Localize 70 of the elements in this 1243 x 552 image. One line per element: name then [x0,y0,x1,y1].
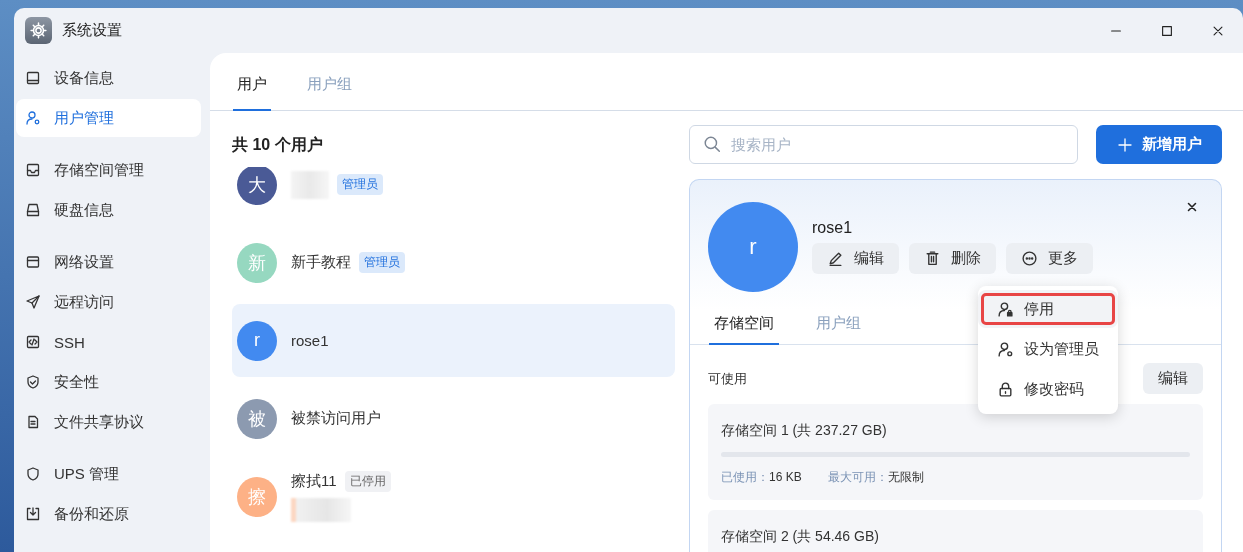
role-tag: 已停用 [344,471,391,492]
shield-icon [25,466,41,482]
user-name: 被禁访问用户 [291,409,381,428]
sidebar-item[interactable]: 安全性 [16,363,201,401]
avatar: 被 [237,398,277,439]
inbox-icon [25,162,41,178]
role-tag: 管理员 [359,252,405,273]
max-stat: 最大可用：无限制 [827,469,924,486]
sidebar-item[interactable]: 远程访问 [16,283,201,321]
lock-icon [997,380,1014,398]
sidebar-item[interactable]: 备份和还原 [16,495,201,533]
used-stat: 已使用：16 KB [721,469,802,486]
role-tag: 管理员 [337,174,383,195]
code-icon [25,334,41,350]
user-row[interactable]: 擦 擦拭11 已停用 [232,460,675,533]
more-icon [1021,250,1038,267]
sidebar-item[interactable]: SSH [16,323,201,361]
trash-icon [924,250,941,267]
plus-icon [1116,136,1133,153]
user-row[interactable]: r rose1 [232,304,675,377]
send-icon [25,294,41,310]
blurred-subtitle [291,498,351,522]
storage-title: 存储空间 1 (共 237.27 GB) [721,422,888,440]
shield-check-icon [25,374,41,390]
close-icon[interactable] [1185,200,1199,214]
sidebar-item[interactable]: 文件共享协议 [16,403,201,441]
avatar: 大 [237,167,277,205]
edit-button[interactable]: 编辑 [1143,363,1203,394]
avatar: 新 [237,242,277,283]
window-icon [25,254,41,270]
user-count-heading: 共 10 个用户 [232,135,324,155]
search-icon [703,135,721,153]
user-name: 擦拭11 [291,472,337,491]
sidebar-item[interactable]: UPS 管理 [16,455,201,493]
tab[interactable]: 用户 [233,75,271,111]
download-box-icon [25,506,41,522]
menu-item[interactable]: 设为管理员 [978,330,1118,368]
user-row[interactable]: 大 管理员 [232,167,675,221]
action-button[interactable]: 删除 [909,243,996,274]
user-row[interactable]: 新 新手教程 管理员 [232,226,675,299]
avatar: r [237,320,277,361]
sidebar-item[interactable]: 存储空间管理 [16,151,201,189]
search-field[interactable]: 搜索用户 [689,125,1078,164]
tab[interactable]: 存储空间 [709,306,779,345]
user-row[interactable]: 被 被禁访问用户 [232,382,675,455]
window-title: 系统设置 [62,21,123,40]
avatar: 擦 [237,476,277,517]
user-name: rose1 [291,332,329,349]
pencil-icon [827,250,844,267]
user-name: 新手教程 [291,253,351,272]
sidebar-item[interactable]: 设备信息 [16,59,201,97]
document-icon [25,414,41,430]
user-gear-icon [997,340,1014,358]
add-user-button[interactable]: 新增用户 [1096,125,1222,164]
monitor-icon [25,70,41,86]
action-button[interactable]: 编辑 [812,243,899,274]
sidebar-item[interactable]: 用户管理 [16,99,201,137]
section-label: 可使用 [708,369,747,388]
maximize-icon[interactable] [1159,23,1174,38]
storage-title: 存储空间 2 (共 54.46 GB) [721,528,880,546]
user-gear-icon [25,110,41,126]
user-name: rose1 [812,219,854,237]
user-lock-icon [997,300,1014,318]
sidebar-item[interactable]: 硬盘信息 [16,191,201,229]
menu-item[interactable]: 停用 [978,290,1118,328]
action-button[interactable]: 更多 [1006,243,1093,274]
hard-drive-icon [25,202,41,218]
menu-item[interactable]: 修改密码 [978,370,1118,408]
avatar: r [708,202,798,292]
sidebar-item[interactable]: 网络设置 [16,243,201,281]
